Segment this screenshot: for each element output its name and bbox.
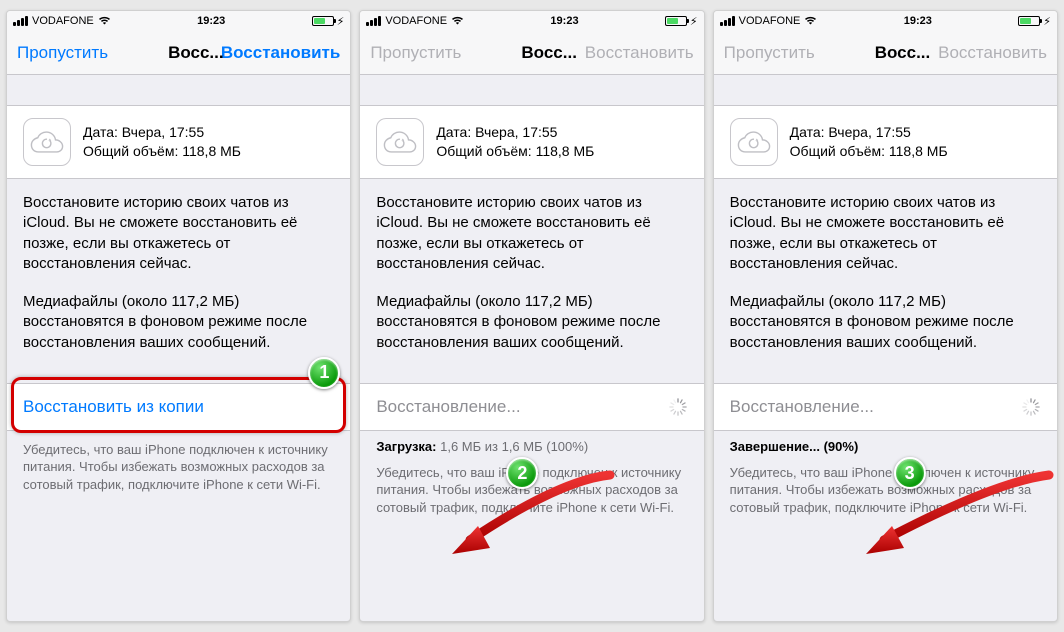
skip-button: Пропустить <box>724 43 815 63</box>
wifi-icon <box>451 16 464 26</box>
restore-button: Восстановить <box>938 43 1047 63</box>
page-title: Восс... <box>875 43 931 63</box>
backup-date: Дата: Вчера, 17:55 <box>83 123 241 142</box>
battery-icon <box>312 16 334 26</box>
content-area: Дата: Вчера, 17:55 Общий объём: 118,8 МБ… <box>7 75 350 621</box>
phone-screen-1: VODAFONE 19:23 ⚡︎ Пропустить Восс... Вос… <box>6 10 351 622</box>
spinner-icon <box>668 397 688 417</box>
status-bar: VODAFONE 19:23 ⚡︎ <box>7 11 350 31</box>
clock-label: 19:23 <box>904 15 932 27</box>
restoring-status-label: Восстановление... <box>730 397 874 417</box>
phone-screen-2: VODAFONE 19:23 ⚡︎ Пропустить Восс... Вос… <box>359 10 704 622</box>
backup-info-box: Дата: Вчера, 17:55 Общий объём: 118,8 МБ <box>7 105 350 179</box>
restore-explainer-1: Восстановите историю своих чатов из iClo… <box>7 179 350 274</box>
carrier-label: VODAFONE <box>385 15 447 27</box>
battery-icon <box>665 16 687 26</box>
wifi-icon <box>98 16 111 26</box>
backup-size: Общий объём: 118,8 МБ <box>436 142 594 161</box>
carrier-label: VODAFONE <box>32 15 94 27</box>
content-area: Дата: Вчера, 17:55 Общий объём: 118,8 МБ… <box>714 75 1057 621</box>
carrier-label: VODAFONE <box>739 15 801 27</box>
charging-icon: ⚡︎ <box>1043 15 1051 28</box>
restore-button[interactable]: Восстановить <box>221 43 340 63</box>
download-progress: Загрузка: 1,6 МБ из 1,6 МБ (100%) <box>360 431 703 454</box>
nav-bar: Пропустить Восс... Восстановить <box>360 31 703 75</box>
footer-note: Убедитесь, что ваш iPhone подключен к ис… <box>7 431 350 494</box>
restore-button: Восстановить <box>585 43 694 63</box>
finish-progress: Завершение... (90%) <box>714 431 1057 454</box>
restore-explainer-1: Восстановите историю своих чатов из iClo… <box>360 179 703 274</box>
footer-note: Убедитесь, что ваш iPhone подключен к ис… <box>360 454 703 517</box>
battery-icon <box>1018 16 1040 26</box>
clock-label: 19:23 <box>197 15 225 27</box>
clock-label: 19:23 <box>550 15 578 27</box>
restoring-status-cell: Восстановление... <box>360 383 703 431</box>
restore-explainer-1: Восстановите историю своих чатов из iClo… <box>714 179 1057 274</box>
backup-size: Общий объём: 118,8 МБ <box>790 142 948 161</box>
charging-icon: ⚡︎ <box>337 15 345 28</box>
wifi-icon <box>804 16 817 26</box>
signal-icon <box>366 16 381 26</box>
page-title: Восс... <box>521 43 577 63</box>
restore-explainer-2: Медиафайлы (около 117,2 МБ) восстановятс… <box>714 274 1057 353</box>
restoring-status-label: Восстановление... <box>376 397 520 417</box>
status-bar: VODAFONE 19:23 ⚡︎ <box>714 11 1057 31</box>
status-bar: VODAFONE 19:23 ⚡︎ <box>360 11 703 31</box>
spinner-icon <box>1021 397 1041 417</box>
cloud-backup-icon <box>376 118 424 166</box>
backup-info-box: Дата: Вчера, 17:55 Общий объём: 118,8 МБ <box>714 105 1057 179</box>
charging-icon: ⚡︎ <box>690 15 698 28</box>
restoring-status-cell: Восстановление... <box>714 383 1057 431</box>
restore-from-backup-button[interactable]: Восстановить из копии <box>7 383 350 431</box>
backup-date: Дата: Вчера, 17:55 <box>436 123 594 142</box>
backup-info-box: Дата: Вчера, 17:55 Общий объём: 118,8 МБ <box>360 105 703 179</box>
restore-explainer-2: Медиафайлы (около 117,2 МБ) восстановятс… <box>360 274 703 353</box>
cloud-backup-icon <box>23 118 71 166</box>
content-area: Дата: Вчера, 17:55 Общий объём: 118,8 МБ… <box>360 75 703 621</box>
restore-from-backup-label: Восстановить из копии <box>23 397 204 417</box>
backup-size: Общий объём: 118,8 МБ <box>83 142 241 161</box>
phone-screen-3: VODAFONE 19:23 ⚡︎ Пропустить Восс... Вос… <box>713 10 1058 622</box>
backup-date: Дата: Вчера, 17:55 <box>790 123 948 142</box>
skip-button[interactable]: Пропустить <box>17 43 108 63</box>
restore-explainer-2: Медиафайлы (около 117,2 МБ) восстановятс… <box>7 274 350 353</box>
page-title: Восс... <box>168 43 224 63</box>
nav-bar: Пропустить Восс... Восстановить <box>714 31 1057 75</box>
footer-note: Убедитесь, что ваш iPhone подключен к ис… <box>714 454 1057 517</box>
signal-icon <box>13 16 28 26</box>
nav-bar: Пропустить Восс... Восстановить <box>7 31 350 75</box>
signal-icon <box>720 16 735 26</box>
cloud-backup-icon <box>730 118 778 166</box>
skip-button: Пропустить <box>370 43 461 63</box>
